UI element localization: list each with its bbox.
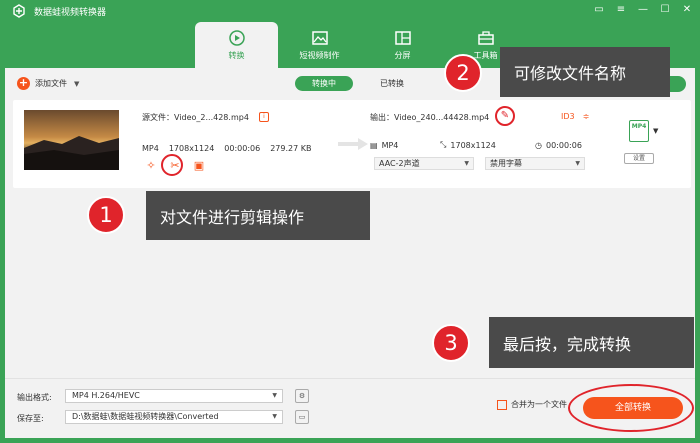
source-format: MP4 xyxy=(142,144,159,153)
callout-text: 对文件进行剪辑操作 xyxy=(160,207,305,227)
window-controls: ▭ ≡ — ☐ ✕ xyxy=(592,3,694,17)
output-format-label: 输出格式: xyxy=(17,393,52,402)
output-duration-item: ◷ 00:00:06 xyxy=(535,140,582,150)
folder-icon[interactable]: ▭ xyxy=(295,410,309,424)
chevron-down-icon: ▼ xyxy=(272,413,277,420)
bottom-panel: 输出格式: MP4 H.264/HEVC ▼ ⚙ 保存至: D:\数据蛙\数据蛙… xyxy=(5,378,695,438)
output-file-name: 输出：Video_240...44428.mp4 xyxy=(370,113,490,122)
output-meta: ▤ MP4 ⤡ 1708x1124 ◷ 00:00:06 xyxy=(370,140,582,150)
convert-panel: + 添加文件 ▼ 转换中 已转换 全部转换 源文件：Video_2...428.… xyxy=(5,68,695,438)
merge-option[interactable]: 合并为一个文件 xyxy=(497,399,567,410)
output-format-badge[interactable]: MP4 xyxy=(629,120,649,142)
subtitle-value: 禁用字幕 xyxy=(490,159,522,168)
clock-icon: ◷ xyxy=(535,140,542,150)
source-file-name: 源文件：Video_2...428.mp4 xyxy=(142,113,249,122)
tab-label: 转换 xyxy=(228,51,245,60)
format-settings-icon[interactable]: ⚙ xyxy=(295,389,309,403)
output-resolution-item: ⤡ 1708x1124 xyxy=(440,140,535,150)
save-to-label: 保存至: xyxy=(17,414,44,423)
audio-track-value: AAC-2声道 xyxy=(379,159,420,168)
tab-converting[interactable]: 转换中 xyxy=(295,76,353,91)
feedback-icon[interactable]: ▭ xyxy=(592,3,606,17)
rename-edit-icon[interactable]: ✎ xyxy=(495,106,515,126)
source-size: 279.27 KB xyxy=(270,144,312,153)
add-file-label: 添加文件 xyxy=(35,79,67,88)
output-format-value: MP4 H.264/HEVC xyxy=(72,391,140,400)
callout-rename: 可修改文件名称 xyxy=(500,47,670,97)
step-badge-2: 2 xyxy=(444,54,482,92)
chevron-down-icon[interactable]: ▼ xyxy=(74,80,79,88)
output-resolution: 1708x1124 xyxy=(450,140,496,150)
annotation-ring-cut xyxy=(161,154,183,176)
app-logo-icon xyxy=(13,4,25,18)
output-format-item: ▤ MP4 xyxy=(370,140,440,150)
annotation-ring-convert xyxy=(568,384,694,432)
settings-button[interactable]: 设置 xyxy=(624,153,654,164)
callout-convert: 最后按，完成转换 xyxy=(489,317,694,368)
output-format-select[interactable]: MP4 H.264/HEVC ▼ xyxy=(65,389,283,403)
subtitle-select[interactable]: 禁用字幕 ▼ xyxy=(485,157,585,170)
format-badge-label: MP4 xyxy=(631,123,647,130)
callout-edit: 对文件进行剪辑操作 xyxy=(146,191,370,240)
callout-text: 可修改文件名称 xyxy=(514,64,627,83)
toolbox-icon xyxy=(477,31,494,45)
id3-icon[interactable]: ID3 xyxy=(561,112,575,121)
source-resolution: 1708x1124 xyxy=(168,144,215,153)
split-screen-icon xyxy=(394,31,411,45)
convert-icon xyxy=(228,30,245,46)
status-segment: 转换中 已转换 xyxy=(295,76,421,91)
plus-icon: + xyxy=(17,76,30,90)
edit-video-icon[interactable]: ▣ xyxy=(192,158,206,172)
audio-track-select[interactable]: AAC-2声道 ▼ xyxy=(374,157,474,170)
enhance-icon[interactable]: ✧ xyxy=(144,158,158,172)
thumbnail-image xyxy=(24,136,119,170)
callout-text: 最后按，完成转换 xyxy=(503,334,632,354)
chevron-down-icon: ▼ xyxy=(272,392,277,399)
tab-split-screen[interactable]: 分屏 xyxy=(361,22,444,68)
output-format: MP4 xyxy=(381,140,399,150)
menu-icon[interactable]: ≡ xyxy=(614,3,628,17)
file-item: 源文件：Video_2...428.mp4 i MP4 1708x1124 00… xyxy=(13,100,691,188)
title-bar: 数据蛙视频转换器 ▭ ≡ — ☐ ✕ xyxy=(0,0,700,22)
merge-icon[interactable]: ≑ xyxy=(583,112,590,121)
chevron-down-icon[interactable]: ▼ xyxy=(653,127,658,135)
tab-converted[interactable]: 已转换 xyxy=(363,76,421,91)
step-badge-3: 3 xyxy=(432,324,470,362)
mv-icon xyxy=(311,31,328,45)
source-duration: 00:00:06 xyxy=(224,144,261,153)
tab-convert[interactable]: 转换 xyxy=(195,22,278,68)
info-icon[interactable]: i xyxy=(259,112,269,122)
chevron-down-icon: ▼ xyxy=(464,160,469,167)
resize-icon: ⤡ xyxy=(440,140,447,149)
minimize-icon[interactable]: — xyxy=(636,3,650,17)
output-icons: ID3 ≑ xyxy=(561,112,589,121)
merge-label: 合并为一个文件 xyxy=(511,400,567,409)
film-icon: ▤ xyxy=(370,140,378,150)
close-icon[interactable]: ✕ xyxy=(680,3,694,17)
tab-mv[interactable]: 短视频制作 xyxy=(278,22,361,68)
tab-label: 短视频制作 xyxy=(299,51,340,60)
merge-checkbox[interactable] xyxy=(497,399,507,410)
add-file-button[interactable]: + 添加文件 ▼ xyxy=(17,77,79,90)
arrow-right-icon xyxy=(338,138,368,150)
save-path-select[interactable]: D:\数据蛙\数据蛙视频转换器\Converted ▼ xyxy=(65,410,283,424)
tab-label: 分屏 xyxy=(394,51,411,60)
output-duration: 00:00:06 xyxy=(545,140,582,150)
maximize-icon[interactable]: ☐ xyxy=(658,3,672,17)
app-title: 数据蛙视频转换器 xyxy=(34,7,107,18)
step-badge-1: 1 xyxy=(87,196,125,234)
video-thumbnail[interactable] xyxy=(24,110,119,170)
source-meta: MP4 1708x1124 00:00:06 279.27 KB xyxy=(142,144,312,153)
chevron-down-icon: ▼ xyxy=(575,160,580,167)
save-path-value: D:\数据蛙\数据蛙视频转换器\Converted xyxy=(72,412,219,421)
